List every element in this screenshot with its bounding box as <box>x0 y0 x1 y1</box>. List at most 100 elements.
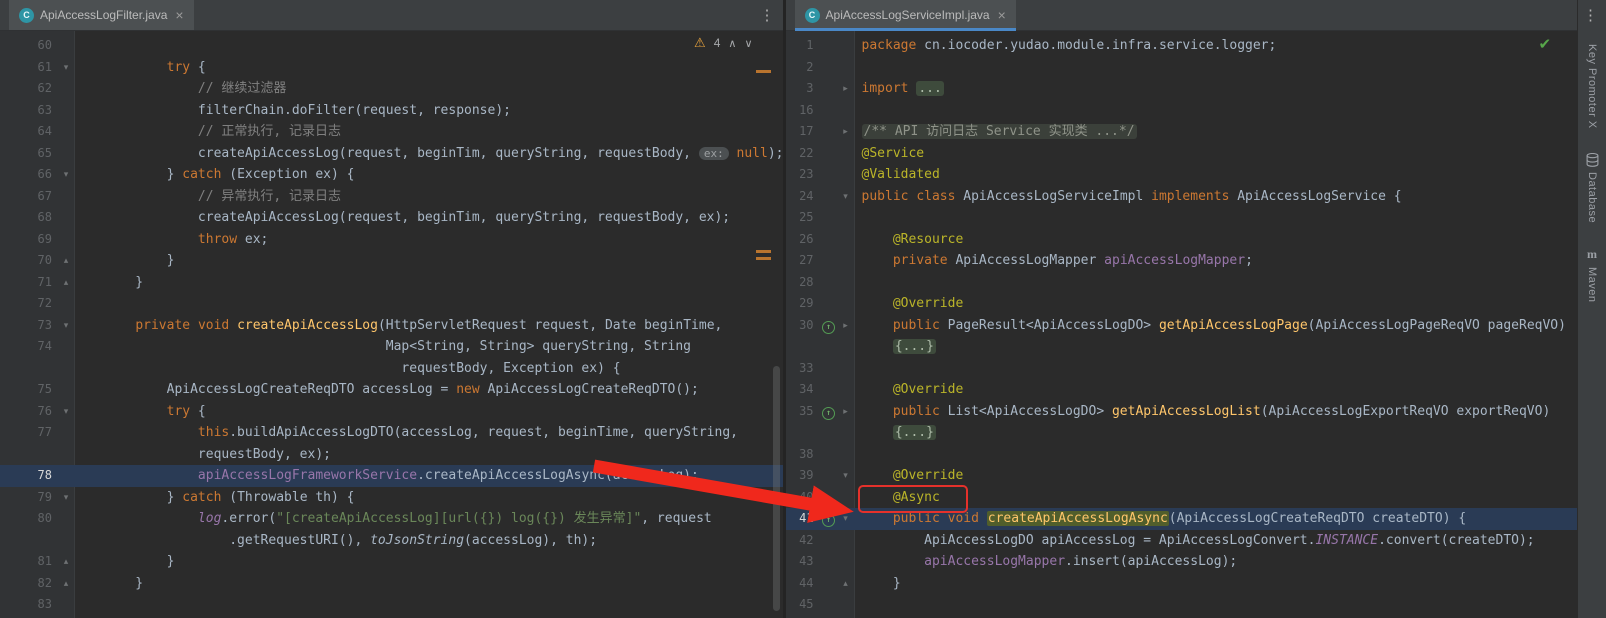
line-number[interactable]: 66 <box>0 164 58 186</box>
fold-marker-icon[interactable]: ▸ <box>838 78 854 100</box>
code-text[interactable] <box>854 207 1578 229</box>
fold-marker-icon[interactable]: ▾ <box>838 508 854 530</box>
line-number[interactable]: 24 <box>786 186 820 208</box>
line-number[interactable]: 73 <box>0 315 58 337</box>
code-text[interactable]: requestBody, Exception ex) { <box>74 358 783 380</box>
code-token-p[interactable] <box>862 253 893 268</box>
code-text[interactable]: private void createApiAccessLog(HttpServ… <box>74 315 783 337</box>
fold-marker-icon[interactable]: ▴ <box>838 573 854 595</box>
code-token-p[interactable]: , request <box>641 511 711 526</box>
code-text[interactable]: } catch (Throwable th) { <box>74 487 783 509</box>
code-token-p[interactable]: createApiAccessLog(request, beginTim, qu… <box>104 146 699 161</box>
line-number[interactable]: 3 <box>786 78 820 100</box>
line-number[interactable]: 69 <box>0 229 58 251</box>
code-token-p[interactable] <box>862 425 893 440</box>
code-text[interactable]: try { <box>74 401 783 423</box>
code-token-p[interactable]: (HttpServletRequest request, Date beginT… <box>378 318 722 333</box>
code-text[interactable]: public class ApiAccessLogServiceImpl imp… <box>854 186 1578 208</box>
code-text[interactable]: @Service <box>854 143 1578 165</box>
code-token-k[interactable]: new <box>456 382 479 397</box>
code-text[interactable] <box>854 444 1578 466</box>
code-token-k[interactable]: catch <box>182 167 221 182</box>
code-token-p[interactable]: ; <box>1245 253 1253 268</box>
code-token-p[interactable] <box>729 146 737 161</box>
tool-button-database[interactable]: Database <box>1586 153 1599 223</box>
line-number[interactable]: 26 <box>786 229 820 251</box>
code-token-p[interactable]: } <box>862 576 901 591</box>
code-token-p[interactable] <box>104 404 167 419</box>
code-token-c[interactable]: // 异常执行, 记录日志 <box>198 189 341 204</box>
fold-marker-icon[interactable]: ▸ <box>838 315 854 337</box>
line-number[interactable]: 1 <box>786 35 820 57</box>
code-token-m[interactable]: createApiAccessLog <box>237 318 378 333</box>
code-token-p[interactable] <box>862 490 893 505</box>
line-number[interactable]: 68 <box>0 207 58 229</box>
fold-marker-icon[interactable]: ▴ <box>58 551 74 573</box>
line-number[interactable]: 82 <box>0 573 58 595</box>
code-text[interactable]: .getRequestURI(), toJsonString(accessLog… <box>74 530 783 552</box>
code-token-p[interactable]: .convert(createDTO); <box>1378 533 1535 548</box>
code-token-p[interactable] <box>104 468 198 483</box>
code-text[interactable]: // 正常执行, 记录日志 <box>74 121 783 143</box>
code-text[interactable]: private ApiAccessLogMapper apiAccessLogM… <box>854 250 1578 272</box>
code-text[interactable]: } <box>854 573 1578 595</box>
code-token-p[interactable] <box>862 339 893 354</box>
code-token-p[interactable]: requestBody, ex); <box>104 447 331 462</box>
fold-marker-icon[interactable]: ▴ <box>58 272 74 294</box>
line-number[interactable]: 23 <box>786 164 820 186</box>
fold-marker-icon[interactable]: ▾ <box>838 186 854 208</box>
code-token-m[interactable]: getApiAccessLogList <box>1112 404 1261 419</box>
line-number[interactable]: 44 <box>786 573 820 595</box>
code-text[interactable]: @Validated <box>854 164 1578 186</box>
code-token-p[interactable]: ApiAccessLogServiceImpl <box>955 189 1151 204</box>
line-number[interactable]: 33 <box>786 358 820 380</box>
line-number[interactable]: 39 <box>786 465 820 487</box>
code-token-fi[interactable]: log <box>198 511 221 526</box>
code-token-p[interactable]: PageResult<ApiAccessLogDO> <box>940 318 1159 333</box>
code-token-a[interactable]: @Override <box>893 468 963 483</box>
code-text[interactable]: @Override <box>854 465 1578 487</box>
line-number[interactable]: 22 <box>786 143 820 165</box>
code-token-p[interactable] <box>104 81 198 96</box>
code-token-k[interactable]: throw <box>198 232 237 247</box>
line-number[interactable]: 64 <box>0 121 58 143</box>
code-token-k[interactable]: class <box>916 189 955 204</box>
code-token-p[interactable]: List<ApiAccessLogDO> <box>940 404 1112 419</box>
line-number[interactable]: 60 <box>0 35 58 57</box>
code-token-p[interactable] <box>104 318 135 333</box>
line-number[interactable]: 42 <box>786 530 820 552</box>
code-text[interactable]: @Override <box>854 293 1578 315</box>
code-token-k[interactable]: package <box>862 38 917 53</box>
code-text[interactable]: } <box>74 272 783 294</box>
code-token-p[interactable]: (Exception ex) { <box>221 167 354 182</box>
code-token-p[interactable] <box>104 124 198 139</box>
code-token-p[interactable]: ApiAccessLogMapper <box>948 253 1105 268</box>
code-token-p[interactable] <box>862 468 893 483</box>
tab-apiaccesslogserviceimpl[interactable]: C ApiAccessLogServiceImpl.java × <box>795 0 1016 30</box>
override-method-icon[interactable]: ↑ <box>820 401 838 423</box>
line-number[interactable]: 29 <box>786 293 820 315</box>
code-token-p[interactable]: (ApiAccessLogExportReqVO exportReqVO) <box>1261 404 1551 419</box>
code-text[interactable]: Map<String, String> queryString, String <box>74 336 783 358</box>
prev-problem-icon[interactable]: ∧ <box>728 37 736 50</box>
code-token-a[interactable]: @Validated <box>862 167 940 182</box>
code-token-p[interactable] <box>104 189 198 204</box>
code-text[interactable]: public void createApiAccessLogAsync(ApiA… <box>854 508 1578 530</box>
code-token-p[interactable] <box>862 232 893 247</box>
line-number[interactable]: 17 <box>786 121 820 143</box>
next-problem-icon[interactable]: ∨ <box>744 37 752 50</box>
code-token-p[interactable]: .createApiAccessLogAsync(accessLog); <box>417 468 699 483</box>
code-token-k[interactable]: catch <box>182 490 221 505</box>
line-number[interactable]: 30 <box>786 315 820 337</box>
code-token-p[interactable] <box>104 425 198 440</box>
line-number[interactable]: 40 <box>786 487 820 509</box>
code-text[interactable]: @Async <box>854 487 1578 509</box>
fold-marker-icon[interactable]: ▾ <box>58 57 74 79</box>
code-token-p[interactable]: } <box>104 554 174 569</box>
code-token-p[interactable]: (Throwable th) { <box>221 490 354 505</box>
line-number[interactable]: 74 <box>0 336 58 358</box>
fold-marker-icon[interactable]: ▾ <box>58 315 74 337</box>
code-token-p[interactable]: ApiAccessLogCreateReqDTO accessLog = <box>104 382 456 397</box>
code-token-p[interactable]: ); <box>768 146 783 161</box>
code-token-p[interactable] <box>862 318 893 333</box>
